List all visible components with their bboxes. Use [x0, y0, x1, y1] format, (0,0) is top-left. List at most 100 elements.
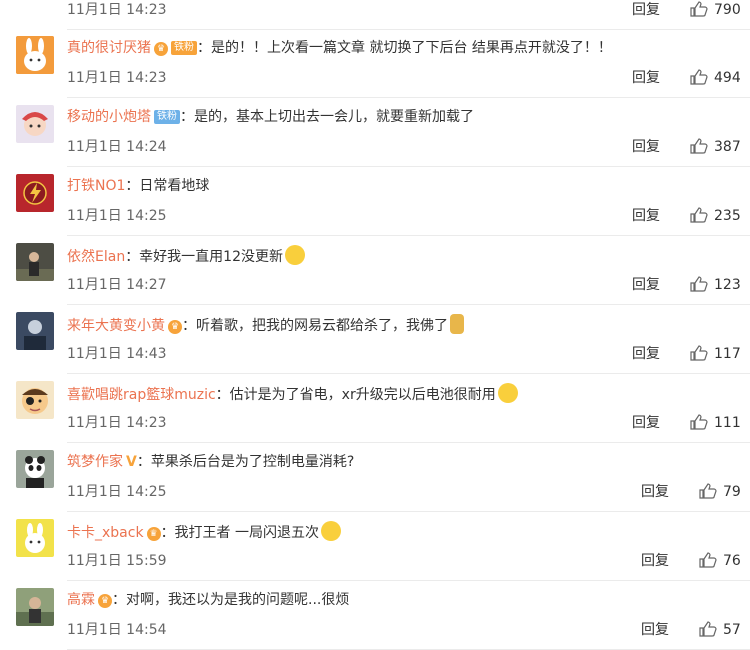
comment-time: 11月1日 15:59 — [67, 553, 167, 569]
comment-time: 11月1日 14:23 — [67, 70, 167, 86]
like-button[interactable]: 117 — [690, 344, 741, 364]
thumb-up-icon — [699, 552, 717, 568]
like-button[interactable]: 111 — [690, 413, 741, 433]
comment-text: ：我打王者 一局闪退五次 — [160, 525, 320, 541]
reply-link[interactable]: 回复 — [632, 68, 660, 88]
avatar[interactable] — [16, 381, 54, 419]
like-count: 79 — [723, 484, 741, 500]
comment-text: ：听着歌，把我的网易云都给杀了，我佛了 — [182, 318, 448, 334]
buddha-emoji-icon — [450, 314, 464, 334]
comment-row: 卡卡_xback ♛ ：我打王者 一局闪退五次 11月1日 15:59 回复 76 — [0, 513, 750, 581]
like-count: 117 — [714, 346, 741, 362]
reply-link[interactable]: 回复 — [641, 551, 669, 571]
comment-text: ：幸好我一直用12没更新 — [125, 249, 284, 265]
thumb-up-icon — [690, 69, 708, 85]
comment-text: ：对啊，我还以为是我的问题呢...很烦 — [112, 592, 350, 608]
vip-icon: ♛ — [98, 594, 112, 608]
avatar[interactable] — [16, 174, 54, 212]
thumb-up-icon — [690, 414, 708, 430]
comment-row: 高霖 ♛ ：对啊，我还以为是我的问题呢...很烦 11月1日 14:54 回复 57 — [0, 582, 750, 650]
comment-body: 喜歡唱跳rap籃球muzic：估计是为了省电，xr升级完以后电池很耐用 — [67, 383, 518, 405]
reply-link[interactable]: 回复 — [632, 413, 660, 433]
like-count: 494 — [714, 70, 741, 86]
like-count: 387 — [714, 139, 741, 155]
comment-body: 打铁NO1：日常看地球 — [67, 176, 209, 196]
comment-username[interactable]: 依然Elan — [67, 249, 125, 265]
like-button[interactable]: 76 — [699, 551, 741, 571]
comment-time: 11月1日 14:23 — [67, 2, 167, 18]
reply-link[interactable]: 回复 — [641, 620, 669, 640]
vip-icon: ♛ — [168, 320, 182, 334]
like-button[interactable]: 387 — [690, 137, 741, 157]
comment-username[interactable]: 真的很讨厌猪 — [67, 40, 151, 56]
avatar[interactable] — [16, 36, 54, 74]
like-button[interactable]: 123 — [690, 275, 741, 295]
like-count: 123 — [714, 277, 741, 293]
reply-link[interactable]: 回复 — [632, 275, 660, 295]
reply-link[interactable]: 回复 — [632, 344, 660, 364]
reply-link[interactable]: 回复 — [632, 137, 660, 157]
like-count: 790 — [714, 2, 741, 18]
laughing-tears-emoji-icon — [497, 383, 518, 403]
comment-row: 真的很讨厌猪 ♛ 铁粉 ：是的！！上次看一篇文章 就切换了下后台 结果再点开就没了！！… — [0, 30, 750, 98]
comment-row: 来年大黄变小黄 ♛ ：听着歌，把我的网易云都给杀了，我佛了 11月1日 14:43 … — [0, 306, 750, 374]
comment-row: 筑梦作家 V：苹果杀后台是为了控制电量消耗? 11月1日 14:25 回复 79 — [0, 444, 750, 512]
like-button[interactable]: 79 — [699, 482, 741, 502]
comment-username[interactable]: 移动的小炮塔 — [67, 109, 151, 125]
fan-badge[interactable]: 铁粉 — [171, 41, 197, 55]
comment-text: ：估计是为了省电，xr升级完以后电池很耐用 — [215, 387, 496, 403]
comment-body: 高霖 ♛ ：对啊，我还以为是我的问题呢...很烦 — [67, 590, 349, 610]
comment-row: 依然Elan：幸好我一直用12没更新 11月1日 14:27 回复 123 — [0, 237, 750, 305]
comment-body: 卡卡_xback ♛ ：我打王者 一局闪退五次 — [67, 521, 342, 543]
comment-body: 来年大黄变小黄 ♛ ：听着歌，把我的网易云都给杀了，我佛了 — [67, 314, 464, 336]
comment-text: ：日常看地球 — [125, 178, 210, 194]
like-button[interactable]: 57 — [699, 620, 741, 640]
comment-username[interactable]: 来年大黄变小黄 — [67, 318, 165, 334]
thumb-up-icon — [690, 138, 708, 154]
comment-row: 喜歡唱跳rap籃球muzic：估计是为了省电，xr升级完以后电池很耐用 11月1… — [0, 375, 750, 443]
comment-username[interactable]: 打铁NO1 — [67, 178, 125, 194]
comment-time: 11月1日 14:25 — [67, 484, 167, 500]
comment-username[interactable]: 筑梦作家 — [67, 454, 123, 470]
smile-emoji-icon — [321, 521, 342, 541]
comment-time: 11月1日 14:54 — [67, 622, 167, 638]
fan-badge[interactable]: 铁粉 — [154, 110, 180, 124]
like-count: 57 — [723, 622, 741, 638]
fearful-face-emoji-icon — [285, 245, 306, 265]
avatar[interactable] — [16, 519, 54, 557]
avatar[interactable] — [16, 588, 54, 626]
comment-body: 依然Elan：幸好我一直用12没更新 — [67, 245, 306, 267]
reply-link[interactable]: 回复 — [641, 482, 669, 502]
like-count: 235 — [714, 208, 741, 224]
vip-icon: ♛ — [146, 527, 161, 541]
comment-time: 11月1日 14:43 — [67, 346, 167, 362]
comment-body: 移动的小炮塔 铁粉 ：是的，基本上切出去一会儿，就要重新加载了 — [67, 107, 474, 127]
avatar[interactable] — [16, 450, 54, 488]
like-button[interactable]: 790 — [690, 0, 741, 20]
reply-link[interactable]: 回复 — [632, 206, 660, 226]
avatar[interactable] — [16, 312, 54, 350]
comment-row: 移动的小炮塔 铁粉 ：是的，基本上切出去一会儿，就要重新加载了 11月1日 14:2… — [0, 99, 750, 167]
like-count: 76 — [723, 553, 741, 569]
like-button[interactable]: 235 — [690, 206, 741, 226]
avatar[interactable] — [16, 243, 54, 281]
comment-time: 11月1日 14:24 — [67, 139, 167, 155]
comment-row-partial: 11月1日 14:23 回复 790 — [0, 0, 750, 30]
avatar[interactable] — [16, 105, 54, 143]
thumb-up-icon — [699, 621, 717, 637]
comment-time: 11月1日 14:27 — [67, 277, 167, 293]
comment-row: 打铁NO1：日常看地球 11月1日 14:25 回复 235 — [0, 168, 750, 236]
comment-text: ：是的！！上次看一篇文章 就切换了下后台 结果再点开就没了！！ — [197, 40, 612, 56]
reply-link[interactable]: 回复 — [632, 0, 660, 20]
comment-username[interactable]: 卡卡_xback — [67, 525, 144, 541]
comment-time: 11月1日 14:25 — [67, 208, 167, 224]
comment-username[interactable]: 高霖 — [67, 592, 95, 608]
like-button[interactable]: 494 — [690, 68, 741, 88]
comment-text: ：苹果杀后台是为了控制电量消耗? — [136, 454, 355, 470]
like-count: 111 — [714, 415, 741, 431]
thumb-up-icon — [699, 483, 717, 499]
verified-v-icon: V — [126, 454, 137, 470]
comment-body: 真的很讨厌猪 ♛ 铁粉 ：是的！！上次看一篇文章 就切换了下后台 结果再点开就没了！！ — [67, 38, 612, 58]
comment-body: 筑梦作家 V：苹果杀后台是为了控制电量消耗? — [67, 452, 354, 472]
comment-username[interactable]: 喜歡唱跳rap籃球muzic — [67, 387, 216, 403]
